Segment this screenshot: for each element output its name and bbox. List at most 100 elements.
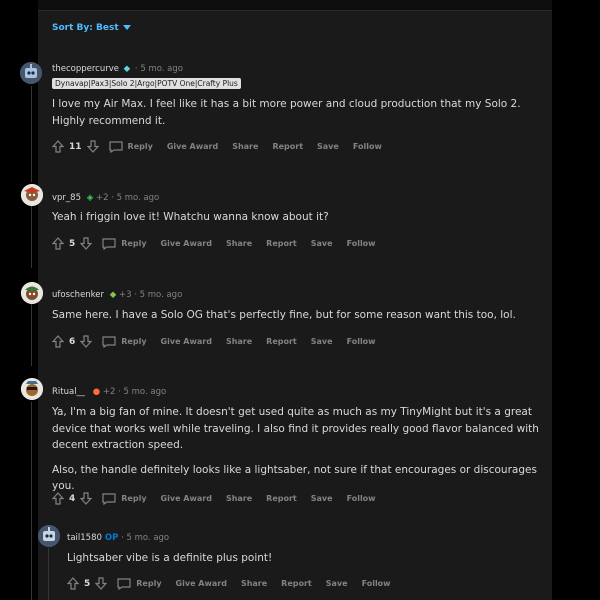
comment-text: Lightsaber vibe is a definite plus point… — [67, 552, 273, 564]
vote-score: 4 — [69, 493, 76, 504]
share-button[interactable]: Share — [241, 579, 267, 588]
chat-bubble-icon — [117, 577, 131, 590]
vote-score: 11 — [69, 141, 82, 152]
sort-dropdown[interactable]: Sort By: Best — [52, 23, 131, 33]
upvote-icon[interactable] — [52, 237, 64, 250]
op-badge: OP — [104, 533, 119, 543]
give-award-button[interactable]: Give Award — [167, 142, 218, 151]
timestamp[interactable]: 5 mo. ago — [124, 387, 167, 397]
chevron-down-icon — [122, 25, 131, 30]
report-button[interactable]: Report — [266, 337, 297, 346]
thread-line — [31, 206, 32, 268]
reply-button[interactable]: Reply — [121, 494, 146, 503]
comment-text: Same here. I have a Solo OG that's perfe… — [52, 309, 516, 321]
reply-button[interactable]: Reply — [128, 142, 153, 151]
username[interactable]: Ritual__ — [52, 387, 85, 397]
comment-body: Lightsaber vibe is a definite plus point… — [67, 550, 547, 575]
upvote-icon[interactable] — [67, 577, 79, 590]
timestamp[interactable]: 5 mo. ago — [140, 290, 183, 300]
save-button[interactable]: Save — [311, 239, 333, 248]
give-award-button[interactable]: Give Award — [161, 239, 212, 248]
give-award-button[interactable]: Give Award — [176, 579, 227, 588]
comment-body: I love my Air Max. I feel like it has a … — [52, 96, 542, 137]
follow-button[interactable]: Follow — [353, 142, 382, 151]
character-avatar-icon — [21, 378, 43, 400]
comment-body: Yeah i friggin love it! Whatchu wanna kn… — [52, 209, 542, 234]
report-button[interactable]: Report — [266, 494, 297, 503]
timestamp[interactable]: 5 mo. ago — [117, 193, 160, 203]
save-button[interactable]: Save — [311, 337, 333, 346]
username[interactable]: tail1580 — [67, 533, 102, 543]
comment-actions: 5 Reply Give Award Share Report Save Fol… — [52, 237, 390, 250]
avatar[interactable] — [21, 282, 43, 304]
comment-actions: 11 Reply Give Award Share Report Save Fo… — [52, 140, 396, 153]
timestamp[interactable]: 5 mo. ago — [140, 64, 183, 74]
comment-actions: 6 Reply Give Award Share Report Save Fol… — [52, 335, 390, 348]
comment-actions: 4 Reply Give Award Share Report Save Fol… — [52, 492, 390, 505]
timestamp[interactable]: 5 mo. ago — [126, 533, 169, 543]
chat-bubble-icon — [102, 237, 116, 250]
downvote-icon[interactable] — [80, 492, 93, 505]
award-badge-icon: ● — [92, 387, 101, 397]
report-button[interactable]: Report — [266, 239, 297, 248]
comment-text: Yeah i friggin love it! Whatchu wanna kn… — [52, 211, 329, 223]
comment-text: Also, the handle definitely looks like a… — [52, 463, 537, 493]
thread-line — [31, 402, 32, 600]
give-award-button[interactable]: Give Award — [161, 337, 212, 346]
chat-bubble-icon — [102, 335, 116, 348]
robot-avatar-icon — [38, 525, 60, 547]
reply-button[interactable]: Reply — [121, 239, 146, 248]
save-button[interactable]: Save — [311, 494, 333, 503]
give-award-button[interactable]: Give Award — [161, 494, 212, 503]
avatar[interactable] — [21, 184, 43, 206]
follow-button[interactable]: Follow — [347, 337, 376, 346]
save-button[interactable]: Save — [326, 579, 348, 588]
reply-button[interactable]: Reply — [136, 579, 161, 588]
downvote-icon[interactable] — [80, 335, 93, 348]
avatar[interactable] — [38, 525, 60, 547]
thread-line — [31, 86, 32, 182]
comment-meta: tail1580 OP · 5 mo. ago — [67, 533, 170, 543]
award-badge-icon: ◆ — [109, 290, 117, 300]
vote-score: 6 — [69, 336, 76, 347]
thread-line — [31, 304, 32, 366]
chat-bubble-icon — [102, 492, 116, 505]
username[interactable]: ufoschenker — [52, 290, 104, 300]
share-button[interactable]: Share — [226, 494, 252, 503]
robot-avatar-icon — [20, 62, 42, 84]
thread-line — [48, 548, 49, 600]
award-count: +2 — [95, 193, 109, 203]
award-count: +3 — [118, 290, 132, 300]
report-button[interactable]: Report — [272, 142, 303, 151]
share-button[interactable]: Share — [226, 239, 252, 248]
comment-meta: vpr_85 ◈ +2 · 5 mo. ago — [52, 193, 160, 203]
downvote-icon[interactable] — [86, 140, 99, 153]
comments-panel — [38, 0, 552, 600]
vote-score: 5 — [84, 578, 91, 589]
upvote-icon[interactable] — [52, 492, 64, 505]
downvote-icon[interactable] — [80, 237, 93, 250]
award-badge-icon: ◈ — [86, 193, 94, 203]
avatar[interactable] — [20, 62, 42, 84]
award-count: +2 — [102, 387, 116, 397]
avatar[interactable] — [21, 378, 43, 400]
username[interactable]: thecoppercurve — [52, 64, 119, 74]
username[interactable]: vpr_85 — [52, 193, 81, 203]
reply-button[interactable]: Reply — [121, 337, 146, 346]
follow-button[interactable]: Follow — [347, 239, 376, 248]
vote-score: 5 — [69, 238, 76, 249]
follow-button[interactable]: Follow — [347, 494, 376, 503]
downvote-icon[interactable] — [95, 577, 108, 590]
comment-text: Ya, I'm a big fan of mine. It doesn't ge… — [52, 406, 539, 451]
comment-meta: ufoschenker ◆ +3 · 5 mo. ago — [52, 290, 183, 300]
follow-button[interactable]: Follow — [362, 579, 391, 588]
share-button[interactable]: Share — [232, 142, 258, 151]
save-button[interactable]: Save — [317, 142, 339, 151]
report-button[interactable]: Report — [281, 579, 312, 588]
upvote-icon[interactable] — [52, 140, 64, 153]
share-button[interactable]: Share — [226, 337, 252, 346]
character-avatar-icon — [21, 184, 43, 206]
comment-actions: 5 Reply Give Award Share Report Save Fol… — [67, 577, 405, 590]
comment-meta: Ritual__ ● +2 · 5 mo. ago — [52, 387, 167, 397]
upvote-icon[interactable] — [52, 335, 64, 348]
